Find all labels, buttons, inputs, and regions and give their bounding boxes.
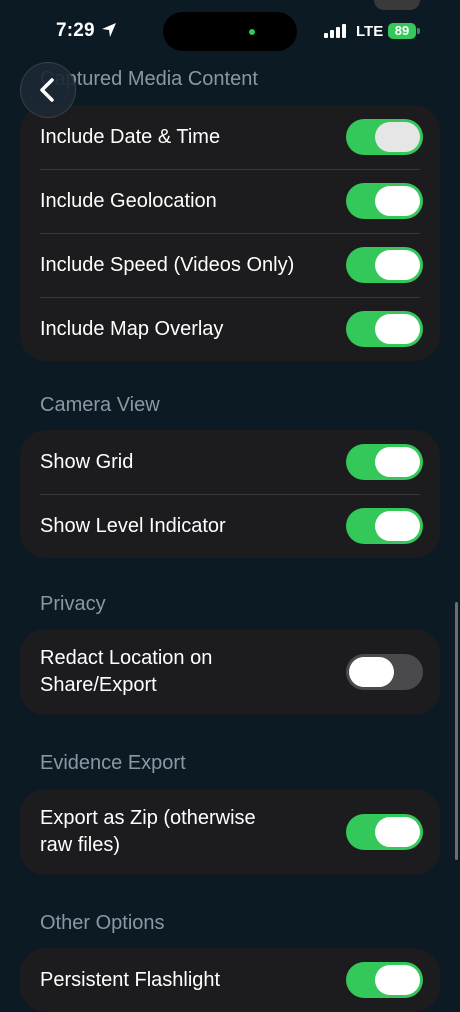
location-arrow-icon [102,23,116,37]
setting-row-date-time[interactable]: Include Date & Time [20,105,440,169]
section-header-other-options: Other Options [40,912,165,934]
status-bar: 7:29 LTE 89 [0,0,460,62]
status-time: 7:29 [56,20,95,41]
back-button[interactable] [20,62,76,118]
top-handle [374,0,420,10]
setting-row-show-grid[interactable]: Show Grid [20,430,440,494]
setting-row-speed[interactable]: Include Speed (Videos Only) [20,233,440,297]
toggle-redact-location[interactable] [346,654,423,690]
toggle-export-zip[interactable] [346,814,423,850]
setting-label: Redact Location on Share/Export [40,647,213,696]
toggle-geolocation[interactable] [346,183,423,219]
toggle-level-indicator[interactable] [346,508,423,544]
setting-row-export-zip[interactable]: Export as Zip (otherwise raw files) [20,789,440,875]
group-other-options: Persistent Flashlight [20,948,440,1012]
section-header-evidence-export: Evidence Export [40,752,186,774]
toggle-map-overlay[interactable] [346,311,423,347]
dynamic-island [163,12,297,51]
battery-tip [417,28,420,34]
setting-label: Export as Zip (otherwise raw files) [40,807,256,856]
group-captured-media: Include Date & Time Include Geolocation … [20,105,440,361]
toggle-flashlight[interactable] [346,962,423,998]
battery-icon: 89 [388,23,416,39]
chevron-left-icon [40,78,54,102]
group-evidence-export: Export as Zip (otherwise raw files) [20,789,440,875]
setting-row-redact-location[interactable]: Redact Location on Share/Export [20,629,440,715]
section-header-camera-view: Camera View [40,394,160,416]
setting-row-flashlight[interactable]: Persistent Flashlight [20,948,440,1012]
setting-row-map-overlay[interactable]: Include Map Overlay [20,297,440,361]
battery-level: 89 [394,23,410,38]
camera-indicator-dot [249,29,255,35]
network-type: LTE [356,23,384,40]
toggle-show-grid[interactable] [346,444,423,480]
toggle-date-time[interactable] [346,119,423,155]
cellular-signal-icon [324,24,348,38]
toggle-speed[interactable] [346,247,423,283]
group-camera-view: Show Grid Show Level Indicator [20,430,440,558]
setting-row-level-indicator[interactable]: Show Level Indicator [20,494,440,558]
group-privacy: Redact Location on Share/Export [20,629,440,715]
setting-row-geolocation[interactable]: Include Geolocation [20,169,440,233]
section-header-privacy: Privacy [40,593,106,615]
scrollbar[interactable] [455,602,458,860]
